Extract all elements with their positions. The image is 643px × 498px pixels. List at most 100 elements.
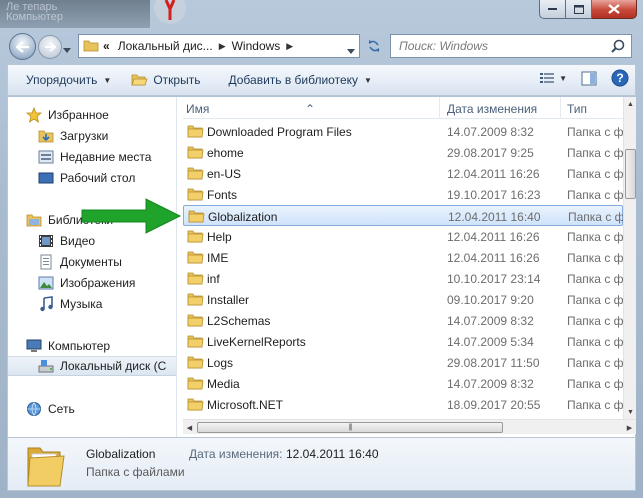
file-name: LiveKernelReports [207,335,306,349]
address-dropdown[interactable] [347,43,355,57]
yandex-logo-icon [150,0,190,28]
breadcrumb-overflow[interactable]: « [99,39,114,53]
navigation-pane: Избранное Загрузки Недавние места Рабочи… [8,97,176,437]
details-date-value: 12.04.2011 16:40 [286,447,379,461]
file-name: Microsoft.NET [207,398,284,412]
nav-network[interactable]: Сеть [26,399,176,419]
file-type: Папка с ф [568,210,623,224]
search-icon[interactable] [611,39,625,56]
file-type: Папка с ф [567,293,623,307]
file-row[interactable]: Microsoft.NET 18.09.2017 20:55 Папка с ф [183,394,623,415]
breadcrumb-windows[interactable]: Windows [228,39,285,53]
recent-pages-dropdown[interactable] [63,42,71,56]
file-row[interactable]: Help 12.04.2011 16:26 Папка с ф [183,226,623,247]
folder-icon [187,123,204,139]
forward-button[interactable] [38,35,62,59]
column-date[interactable]: Дата изменения [447,102,537,116]
scroll-down-icon[interactable]: ▼ [624,405,637,419]
file-date: 14.07.2009 5:34 [447,335,534,349]
file-row[interactable]: Installer 09.10.2017 9:20 Папка с ф [183,289,623,310]
chevron-down-icon: ▼ [364,75,372,85]
file-name: IME [207,251,229,265]
explorer-window: Ле тепарь Компьютер « Локальный дис... ▶… [0,0,643,498]
nav-documents[interactable]: Документы [38,252,176,272]
file-type: Папка с ф [567,335,623,349]
horizontal-scroll-thumb[interactable]: ||| [197,422,503,433]
horizontal-scrollbar[interactable]: ◀ ||| ▶ [183,419,636,434]
maximize-button[interactable] [566,0,592,19]
file-date: 12.04.2011 16:26 [447,251,540,265]
nav-recent-label: Недавние места [60,150,152,164]
file-row[interactable]: Media 14.07.2009 8:32 Папка с ф [183,373,623,394]
recent-places-icon [38,149,54,165]
folder-icon [187,186,204,202]
nav-computer[interactable]: Компьютер [26,336,176,356]
file-row[interactable]: ehome 29.08.2017 9:25 Папка с ф [183,142,623,163]
search-input[interactable] [399,39,599,53]
nav-downloads[interactable]: Загрузки [38,126,176,146]
preview-pane-icon[interactable] [581,71,597,86]
file-name: Installer [207,293,250,307]
command-bar: Упорядочить ▼ Открыть Добавить в библиот… [7,64,636,96]
folder-icon [188,208,205,224]
file-type: Папка с ф [567,377,623,391]
file-row[interactable]: LiveKernelReports 14.07.2009 5:34 Папка с … [183,331,623,352]
pane-splitter[interactable] [176,97,182,437]
scroll-right-icon[interactable]: ▶ [623,421,636,434]
column-separator[interactable] [439,97,440,119]
nav-desktop[interactable]: Рабочий стол [38,168,176,188]
view-options-icon[interactable] [539,71,555,85]
chevron-down-icon [347,49,355,54]
file-row[interactable]: L2Schemas 14.07.2009 8:32 Папка с ф [183,310,623,331]
file-row[interactable]: IME 12.04.2011 16:26 Папка с ф [183,247,623,268]
breadcrumb-separator-icon[interactable]: ▶ [217,41,228,52]
minimize-button[interactable] [539,0,566,19]
vertical-scrollbar[interactable]: ▲ ▼ [623,97,636,419]
column-name[interactable]: Имя [186,102,209,116]
file-row[interactable]: Downloaded Program Files 14.07.2009 8:32 П… [183,121,623,142]
chevron-down-icon[interactable]: ▼ [559,74,567,83]
open-button[interactable]: Открыть [121,68,210,92]
file-date: 12.04.2011 16:26 [447,167,540,181]
nav-music[interactable]: Музыка [38,294,176,314]
vertical-scroll-thumb[interactable] [625,149,636,199]
nav-recent[interactable]: Недавние места [38,147,176,167]
search-box[interactable] [390,34,632,58]
pictures-icon [38,275,54,291]
column-separator[interactable] [560,97,561,119]
file-row[interactable]: Logs 29.08.2017 11:50 Папка с ф [183,352,623,373]
star-icon [26,107,42,123]
nav-video-label: Видео [60,234,96,248]
file-date: 12.04.2011 16:26 [447,230,540,244]
file-name: Globalization [208,210,278,224]
organize-button[interactable]: Упорядочить ▼ [16,68,121,92]
address-bar[interactable]: « Локальный дис... ▶ Windows ▶ [78,34,360,58]
breadcrumb-separator-icon[interactable]: ▶ [284,41,295,52]
caption-buttons [539,0,637,20]
help-icon[interactable]: ? [611,69,629,87]
file-type: Папка с ф [567,125,623,139]
folder-icon [187,354,204,370]
file-row[interactable]: en-US 12.04.2011 16:26 Папка с ф [183,163,623,184]
nav-favorites[interactable]: Избранное [26,105,176,125]
file-date: 14.07.2009 8:32 [447,377,534,391]
breadcrumb-local-disk[interactable]: Локальный дис... [114,39,217,53]
details-pane: Globalization Папка с файлами Дата измен… [7,437,636,491]
nav-local-disk[interactable]: Локальный диск (С [8,356,176,376]
scroll-left-icon[interactable]: ◀ [183,421,196,434]
scroll-up-icon[interactable]: ▲ [624,97,637,111]
file-row[interactable]: Fonts 19.10.2017 16:23 Папка с ф [183,184,623,205]
file-row[interactable]: inf 10.10.2017 23:14 Папка с ф [183,268,623,289]
back-button[interactable] [9,33,36,60]
address-row: « Локальный дис... ▶ Windows ▶ [0,30,643,62]
chevron-down-icon [63,48,71,53]
details-type: Папка с файлами [86,465,185,479]
nav-pictures[interactable]: Изображения [38,273,176,293]
refresh-icon [368,40,380,52]
folder-icon [187,375,204,391]
close-button[interactable] [592,0,637,19]
add-to-library-button[interactable]: Добавить в библиотеку ▼ [218,68,381,92]
refresh-button[interactable] [362,34,386,58]
column-type[interactable]: Тип [567,102,587,116]
file-row[interactable]: Globalization 12.04.2011 16:40 Папка с ф [183,205,623,226]
